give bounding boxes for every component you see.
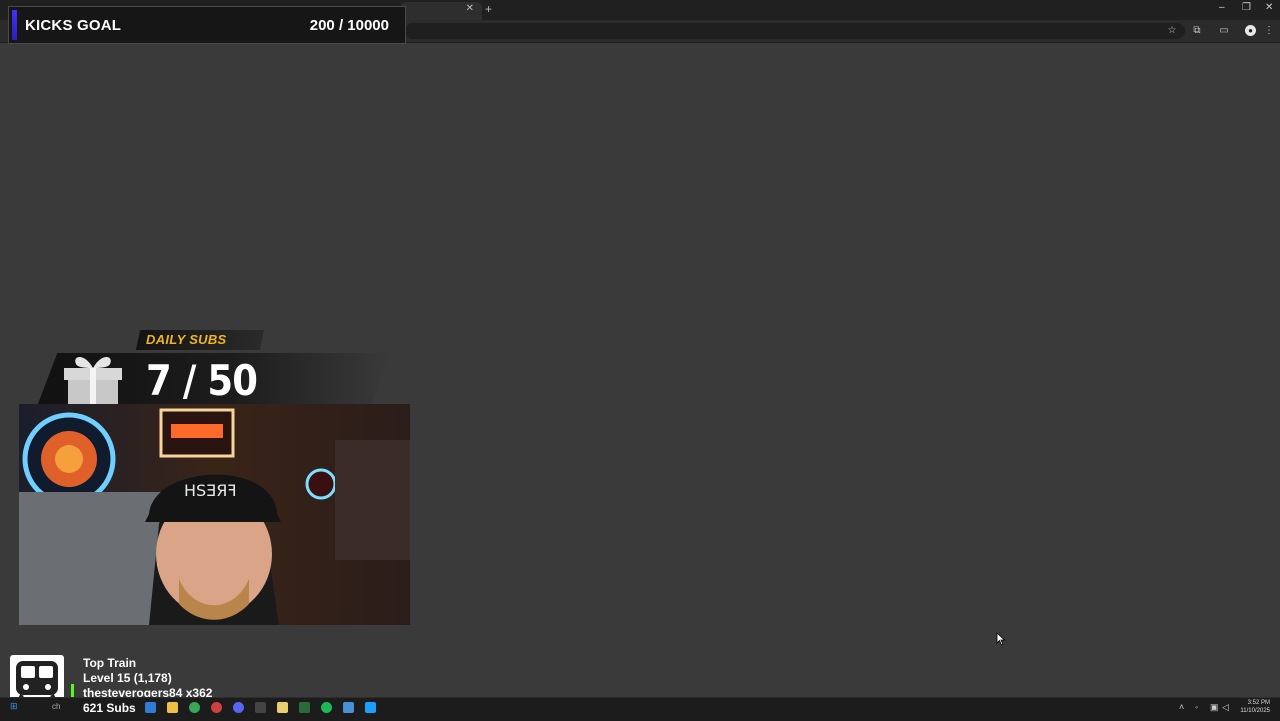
app-icon-store[interactable] [145, 702, 156, 713]
spotify-icon[interactable] [321, 702, 332, 713]
kicks-goal-label: KICKS GOAL [25, 17, 122, 34]
kicks-goal-widget: KICKS GOAL 200 / 10000 [8, 6, 406, 44]
notepad-icon[interactable] [343, 702, 354, 713]
taskbar-search[interactable]: ch [52, 702, 60, 711]
taskbar-clock[interactable]: 3:52 PM 11/10/2025 [1240, 699, 1270, 715]
notes-icon[interactable] [277, 702, 288, 713]
close-icon[interactable]: ✕ [1265, 2, 1273, 13]
microphone-icon[interactable]: ◦ [1195, 702, 1198, 712]
profile-icon[interactable]: ● [1245, 25, 1256, 36]
steam-icon[interactable] [365, 702, 376, 713]
network-icon[interactable]: ▣ [1210, 702, 1219, 713]
tray-chevron-icon[interactable]: ˄ [1179, 702, 1184, 712]
browser-tab[interactable]: ✕ [400, 2, 482, 20]
chrome-icon[interactable] [189, 702, 200, 713]
webcam-image: HSƎЯꟻ [19, 404, 410, 625]
daily-subs-label: DAILY SUBS [146, 332, 227, 347]
excel-icon[interactable] [299, 702, 310, 713]
restore-icon[interactable]: ❐ [1242, 2, 1251, 13]
new-tab-icon[interactable]: + [485, 2, 492, 16]
webcam-feed: HSƎЯꟻ [19, 404, 410, 625]
terminal-icon[interactable] [255, 702, 266, 713]
minimize-icon[interactable]: – [1219, 2, 1225, 13]
start-icon[interactable]: ⊞ [10, 701, 18, 712]
menu-icon[interactable]: ⋮ [1262, 24, 1276, 38]
mouse-cursor-icon [996, 632, 1006, 646]
file-explorer-icon[interactable] [167, 702, 178, 713]
clock-date: 11/10/2025 [1240, 708, 1270, 714]
top-train-level: Level 15 (1,178) [83, 671, 172, 685]
address-bar[interactable] [405, 23, 1185, 39]
top-train-subs: 621 Subs [83, 701, 136, 715]
extensions-icon[interactable]: ⧉ [1190, 24, 1204, 38]
daily-subs-count: 7 / 50 [146, 356, 258, 405]
gift-icon [64, 357, 122, 407]
svg-text:HSƎЯꟻ: HSƎЯꟻ [184, 481, 237, 500]
kicks-goal-accent [12, 10, 17, 40]
star-icon[interactable]: ☆ [1165, 24, 1179, 38]
tab-close-icon[interactable]: ✕ [466, 3, 474, 14]
clock-time: 3:52 PM [1247, 700, 1270, 706]
volume-icon[interactable]: ◁ [1222, 702, 1229, 713]
discord-icon[interactable] [233, 702, 244, 713]
kicks-goal-value: 200 / 10000 [309, 17, 389, 34]
sidebar-icon[interactable]: ▭ [1217, 24, 1231, 38]
obs-icon[interactable] [211, 702, 222, 713]
top-train-title: Top Train [83, 656, 137, 670]
